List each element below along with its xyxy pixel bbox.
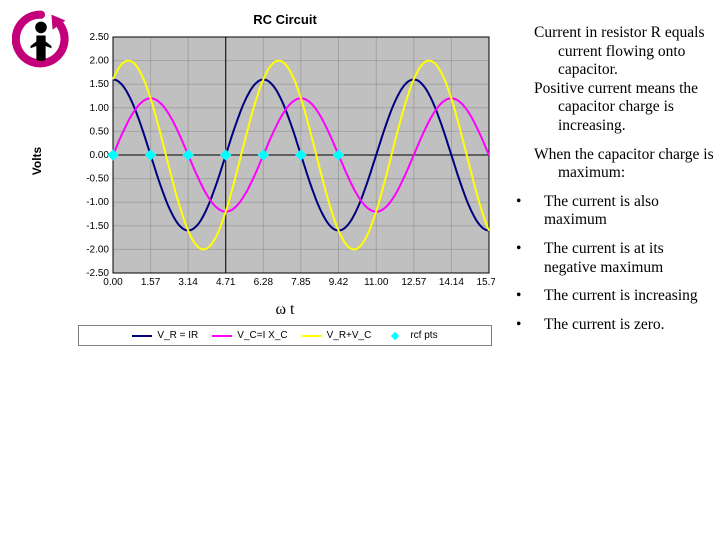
answer-option[interactable]: • The current is at its negative maximum [516,240,720,277]
bullet-icon: • [516,193,526,230]
chart-legend: V_R = IR V_C=I X_C V_R+V_C rcf pts [78,325,492,346]
answer-option-text: The current is also maximum [544,193,720,230]
legend-entry-vr: V_R = IR [132,330,198,341]
answer-option[interactable]: • The current is zero. [516,316,720,335]
svg-text:9.42: 9.42 [329,277,349,288]
svg-text:7.85: 7.85 [291,277,311,288]
question-prompt: When the capacitor charge is maximum: [510,146,720,183]
svg-text:0.00: 0.00 [103,277,123,288]
answer-option-text: The current is at its negative maximum [544,240,720,277]
svg-text:-1.50: -1.50 [86,221,109,232]
svg-text:15.71: 15.71 [476,277,495,288]
bullet-icon: • [516,316,526,335]
svg-text:12.57: 12.57 [401,277,426,288]
chart-title: RC Circuit [75,12,495,27]
answer-options-list: • The current is also maximum • The current… [510,193,720,335]
svg-text:-2.00: -2.00 [86,244,109,255]
svg-text:11.00: 11.00 [364,277,389,288]
bullet-icon: • [516,287,526,306]
svg-text:14.14: 14.14 [439,277,464,288]
answer-option-text: The current is zero. [544,316,720,335]
answer-option[interactable]: • The current is increasing [516,287,720,306]
svg-text:1.00: 1.00 [90,103,110,114]
svg-text:-0.50: -0.50 [86,174,109,185]
intro-paragraph-2: Positive current means the capacitor cha… [510,80,720,136]
chart-plot: Volts -2.50-2.00-1.50-1.00-0.500.000.501… [75,31,495,291]
svg-text:1.57: 1.57 [141,277,161,288]
answer-option[interactable]: • The current is also maximum [516,193,720,230]
svg-text:4.71: 4.71 [216,277,236,288]
x-axis-label: ω t [75,301,495,319]
svg-text:6.28: 6.28 [254,277,274,288]
intro-paragraph-1: Current in resistor R equals current flo… [510,24,720,80]
iclicker-logo [12,10,70,68]
answer-option-text: The current is increasing [544,287,720,306]
text-panel: Current in resistor R equals current flo… [510,24,720,344]
svg-text:0.00: 0.00 [90,150,110,161]
y-axis-label: Volts [30,147,44,175]
svg-text:1.50: 1.50 [90,79,110,90]
svg-text:3.14: 3.14 [178,277,198,288]
bullet-icon: • [516,240,526,277]
svg-text:0.50: 0.50 [90,126,110,137]
legend-entry-rcf: rcf pts [385,330,437,341]
legend-entry-sum: V_R+V_C [302,330,372,341]
svg-text:-1.00: -1.00 [86,197,109,208]
svg-text:2.00: 2.00 [90,56,110,67]
svg-text:2.50: 2.50 [90,32,110,43]
legend-entry-vc: V_C=I X_C [212,330,287,341]
chart-container: RC Circuit Volts -2.50-2.00-1.50-1.00-0.… [75,12,495,346]
